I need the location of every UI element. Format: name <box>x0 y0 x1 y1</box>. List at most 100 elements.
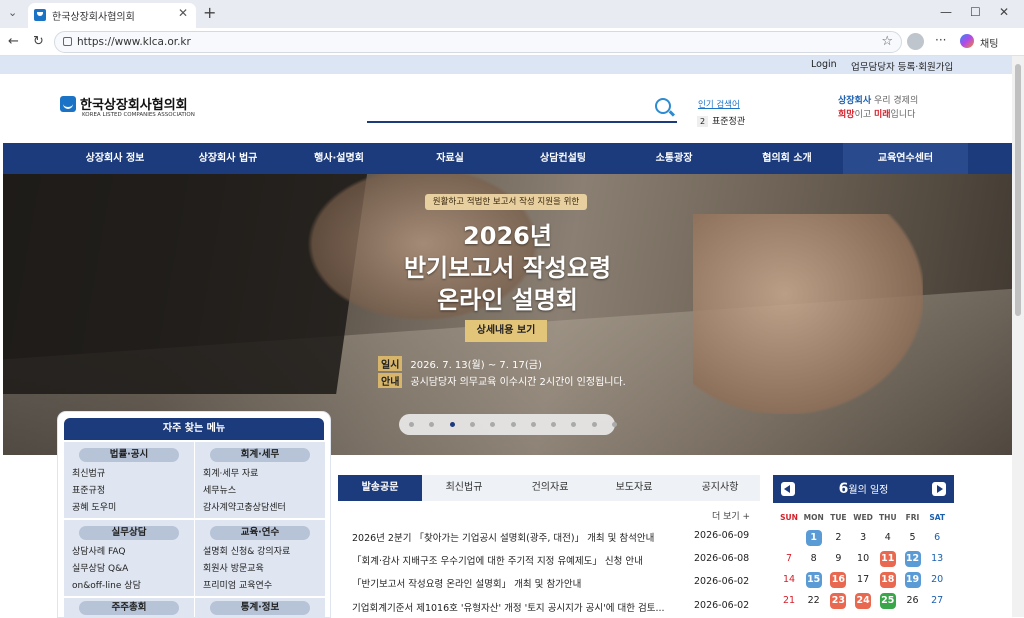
calendar-day[interactable]: 16 <box>830 572 847 588</box>
quick-link[interactable]: on&off-line 상담 <box>64 578 194 595</box>
calendar-day[interactable]: 19 <box>904 572 921 588</box>
calendar-day[interactable]: 11 <box>879 551 896 567</box>
close-tab-icon[interactable]: ✕ <box>178 6 188 20</box>
calendar-day[interactable]: 12 <box>904 551 921 567</box>
calendar-day[interactable]: 18 <box>879 572 896 588</box>
notice-title[interactable]: 「반기보고서 작성요령 온라인 설명회」 개최 및 참가안내 <box>352 576 672 590</box>
calendar-day[interactable]: 5 <box>905 530 921 546</box>
quick-link[interactable]: 최신법규 <box>64 466 194 483</box>
slide-dot[interactable] <box>571 422 577 427</box>
hero-detail-button[interactable]: 상세내용 보기 <box>465 320 547 342</box>
calendar-day[interactable]: 8 <box>806 551 822 567</box>
slogan-part: 이고 <box>854 110 874 120</box>
calendar-day[interactable]: 15 <box>805 572 822 588</box>
tab-notices[interactable]: 공지사항 <box>678 475 762 501</box>
nav-item[interactable]: 상담컨설팅 <box>503 143 623 174</box>
back-arrow-icon[interactable]: ← <box>8 34 19 49</box>
notice-title[interactable]: 「회계·감사 지배구조 우수기업에 대한 주기적 지정 유예제도」 신청 안내 <box>352 553 672 567</box>
quick-link[interactable]: 감사계약고충상담센터 <box>195 500 325 517</box>
close-window-button[interactable]: ✕ <box>999 5 1009 19</box>
scrollbar-thumb[interactable] <box>1015 64 1021 316</box>
quick-group-heading[interactable]: 법률·공시 <box>79 448 179 462</box>
tab-proposals[interactable]: 건의자료 <box>508 475 592 501</box>
quick-group-heading[interactable]: 교육·연수 <box>210 526 310 540</box>
url-field[interactable]: https://www.klca.or.kr ☆ <box>54 31 902 53</box>
quick-group-heading[interactable]: 회계·세무 <box>210 448 310 462</box>
quick-link[interactable]: 표준규정 <box>64 483 194 500</box>
refresh-icon[interactable]: ↻ <box>33 34 44 49</box>
next-month-icon[interactable] <box>932 482 946 496</box>
slide-dot[interactable] <box>429 422 435 427</box>
nav-item-education[interactable]: 교육연수센터 <box>843 143 968 174</box>
calendar-day[interactable]: 13 <box>929 551 945 567</box>
maximize-button[interactable]: ☐ <box>970 5 981 19</box>
calendar-day[interactable]: 6 <box>929 530 945 546</box>
quick-link[interactable]: 세무뉴스 <box>195 483 325 500</box>
chat-button[interactable]: 채팅 <box>980 35 998 50</box>
nav-item[interactable]: 협의회 소개 <box>727 143 847 174</box>
slide-dot[interactable] <box>409 422 414 427</box>
quick-link[interactable]: 설명회 신청& 강의자료 <box>195 544 325 561</box>
quick-link[interactable]: 회계·세무 자료 <box>195 466 325 483</box>
calendar-day[interactable]: 23 <box>830 593 847 609</box>
calendar-day[interactable]: 4 <box>880 530 896 546</box>
register-link[interactable]: 업무담당자 등록·회원가입 <box>851 59 953 73</box>
calendar-day[interactable]: 20 <box>929 572 945 588</box>
calendar-day[interactable]: 9 <box>830 551 846 567</box>
quick-link[interactable]: 상담사례 FAQ <box>64 544 194 561</box>
new-tab-button[interactable]: + <box>203 3 216 22</box>
more-menu-icon[interactable]: ··· <box>935 33 946 47</box>
tab-press[interactable]: 보도자료 <box>592 475 676 501</box>
popular-keywords-label[interactable]: 인기 검색어 <box>698 98 740 110</box>
quick-link[interactable]: 프리미엄 교육연수 <box>195 578 325 595</box>
slide-dot[interactable] <box>591 422 597 427</box>
slide-dot[interactable] <box>490 422 496 427</box>
quick-link[interactable]: 실무상담 Q&A <box>64 561 194 578</box>
calendar-day[interactable]: 3 <box>855 530 871 546</box>
nav-item[interactable]: 행사·설명회 <box>279 143 399 174</box>
tab-list-chevron-icon[interactable]: ⌄ <box>8 6 17 19</box>
page-scrollbar[interactable] <box>1012 56 1024 617</box>
calendar-day[interactable]: 26 <box>905 593 921 609</box>
nav-item[interactable]: 자료실 <box>390 143 510 174</box>
calendar-day[interactable]: 17 <box>855 572 871 588</box>
calendar-day[interactable]: 21 <box>781 593 797 609</box>
calendar-day[interactable]: 24 <box>855 593 872 609</box>
profile-avatar[interactable] <box>907 33 924 50</box>
quick-group-heading[interactable]: 주주총회 <box>79 601 179 615</box>
more-link[interactable]: 더 보기 + <box>712 509 750 522</box>
quick-group-heading[interactable]: 통계·정보 <box>210 601 310 615</box>
calendar-day[interactable]: 2 <box>830 530 846 546</box>
nav-item[interactable]: 소통광장 <box>614 143 734 174</box>
notice-title[interactable]: 2026년 2분기 「찾아가는 기업공시 설명회(광주, 대전)」 개최 및 참… <box>352 530 672 544</box>
search-input[interactable] <box>367 96 677 123</box>
notice-title[interactable]: 기업회계기준서 제1016호 '유형자산' 개정 '토지 공시지가 공시'에 대… <box>352 600 672 614</box>
quick-group-heading[interactable]: 실무상담 <box>79 526 179 540</box>
tab-official-letters[interactable]: 발송공문 <box>338 475 422 501</box>
slide-dot[interactable] <box>449 422 455 427</box>
tab-latest-laws[interactable]: 최신법규 <box>422 475 506 501</box>
slide-dot[interactable] <box>530 422 536 427</box>
calendar-day[interactable]: 25 <box>879 593 896 609</box>
nav-item[interactable]: 상장회사 법규 <box>168 143 288 174</box>
calendar-day[interactable]: 10 <box>855 551 871 567</box>
minimize-button[interactable]: — <box>940 5 952 19</box>
browser-tab[interactable]: 한국상장회사협의회 ✕ <box>28 3 196 28</box>
nav-item[interactable]: 상장회사 정보 <box>55 143 175 174</box>
calendar-day[interactable]: 7 <box>781 551 797 567</box>
slide-dot[interactable] <box>469 422 475 427</box>
calendar-day[interactable]: 1 <box>805 530 822 546</box>
calendar-day[interactable]: 22 <box>806 593 822 609</box>
slide-dot[interactable] <box>551 422 557 427</box>
favorite-star-icon[interactable]: ☆ <box>881 34 893 49</box>
calendar-day[interactable]: 27 <box>929 593 945 609</box>
copilot-icon[interactable] <box>960 34 974 48</box>
login-link[interactable]: Login <box>811 59 837 70</box>
quick-link[interactable]: 공혜 도우미 <box>64 500 194 517</box>
quick-link[interactable]: 회원사 방문교육 <box>195 561 325 578</box>
calendar-day[interactable]: 14 <box>781 572 797 588</box>
slide-dot[interactable] <box>510 422 516 427</box>
popular-keyword-item[interactable]: 2 표준정관 <box>697 114 745 127</box>
slide-dot[interactable] <box>612 422 617 427</box>
search-icon[interactable] <box>655 98 671 114</box>
